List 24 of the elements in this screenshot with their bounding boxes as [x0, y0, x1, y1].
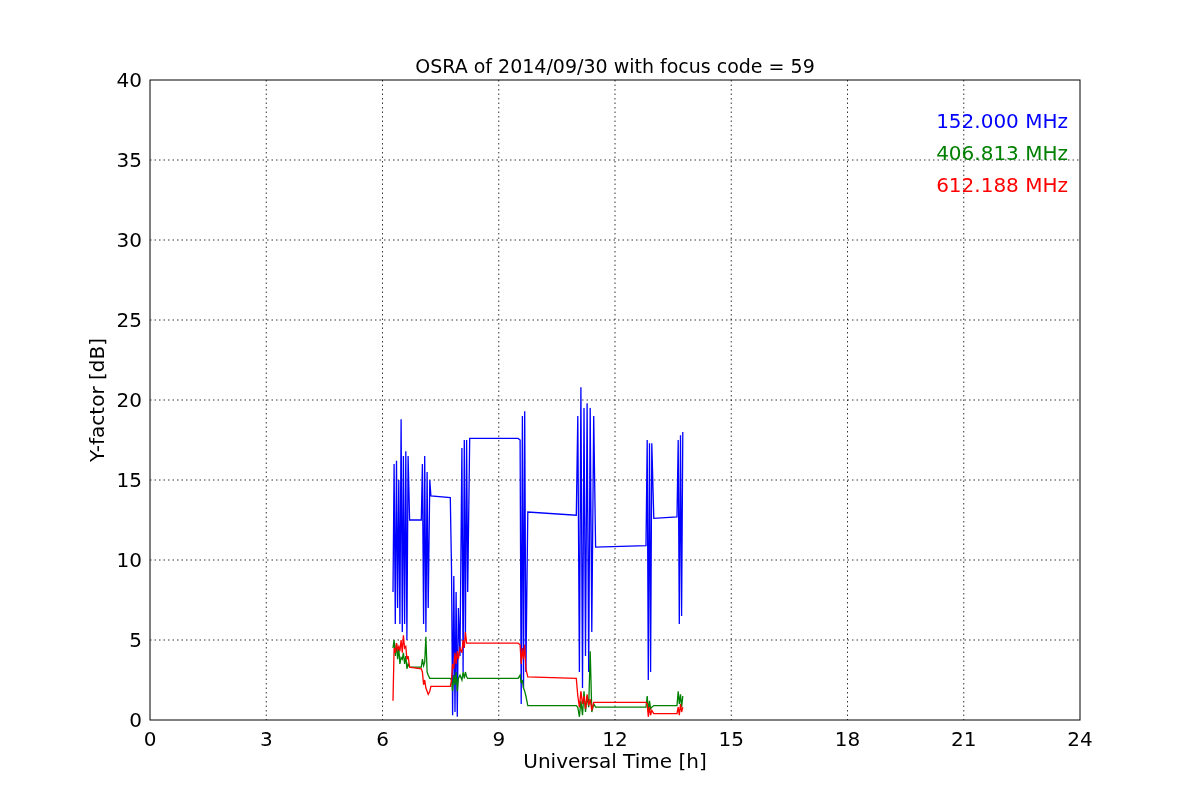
x-tick-label: 9 — [492, 727, 506, 751]
y-tick-label: 5 — [129, 628, 142, 652]
x-tick-label: 18 — [834, 727, 861, 751]
y-tick-label: 0 — [129, 708, 142, 732]
y-tick-label: 10 — [116, 548, 142, 572]
legend-label: 406.813 MHz — [936, 141, 1068, 165]
x-tick-label: 15 — [718, 727, 744, 751]
y-tick-label: 40 — [116, 68, 142, 92]
x-tick-label: 0 — [143, 727, 157, 751]
x-tick-label: 21 — [951, 727, 977, 751]
x-tick-label: 12 — [602, 727, 628, 751]
legend-label: 152.000 MHz — [936, 109, 1068, 133]
x-tick-label: 24 — [1067, 727, 1093, 751]
x-tick-label: 6 — [376, 727, 389, 751]
y-tick-label: 20 — [116, 388, 142, 412]
x-tick-label: 3 — [259, 727, 273, 751]
y-tick-label: 35 — [116, 148, 142, 172]
chart-title: OSRA of 2014/09/30 with focus code = 59 — [415, 55, 815, 77]
legend-label: 612.188 MHz — [936, 173, 1068, 197]
y-tick-label: 15 — [116, 468, 142, 492]
y-tick-label: 30 — [116, 228, 142, 252]
x-axis-label: Universal Time [h] — [523, 749, 707, 773]
y-tick-label: 25 — [116, 308, 142, 332]
y-axis-label: Y-factor [dB] — [85, 338, 109, 462]
